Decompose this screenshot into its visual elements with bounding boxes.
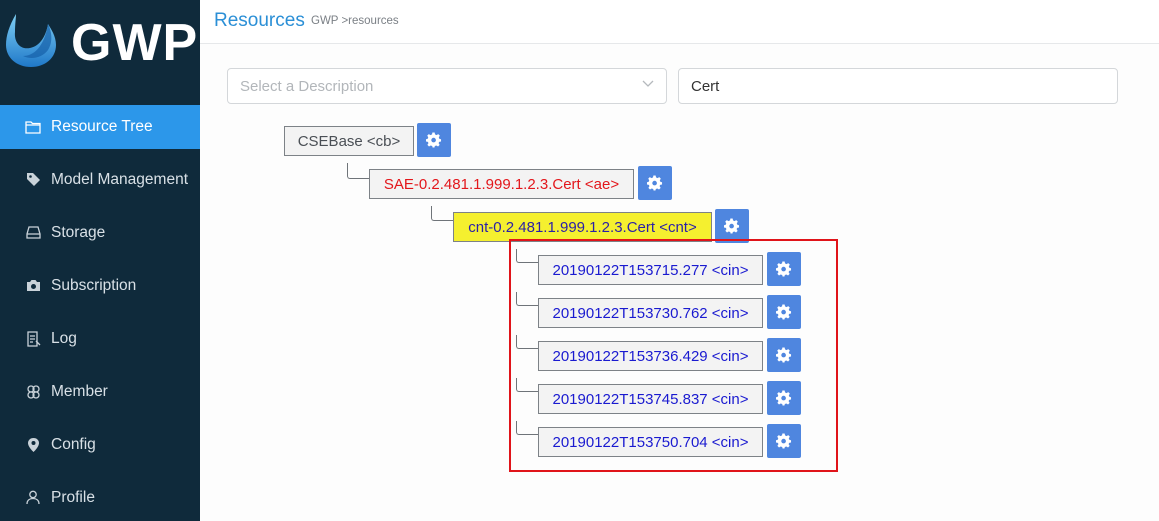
location-icon bbox=[24, 436, 42, 454]
member-icon bbox=[24, 383, 42, 401]
tag-icon bbox=[24, 171, 42, 189]
gear-button[interactable] bbox=[638, 166, 672, 200]
sidebar-item-model-management[interactable]: Model Management bbox=[0, 153, 200, 206]
sidebar-nav: Resource Tree Model Management Storage S… bbox=[0, 105, 200, 521]
user-icon bbox=[24, 489, 42, 507]
search-input[interactable] bbox=[678, 68, 1118, 104]
logo-drop-icon bbox=[6, 14, 56, 67]
sidebar-item-label: Member bbox=[51, 382, 108, 400]
logo-text: GWP bbox=[71, 14, 199, 72]
sidebar-item-label: Profile bbox=[51, 488, 95, 506]
sidebar-item-storage[interactable]: Storage bbox=[0, 206, 200, 259]
sidebar-item-member[interactable]: Member bbox=[0, 365, 200, 418]
description-select-placeholder: Select a Description bbox=[240, 78, 374, 95]
log-icon bbox=[24, 330, 42, 348]
sidebar-item-subscription[interactable]: Subscription bbox=[0, 259, 200, 312]
highlight-box bbox=[509, 239, 838, 472]
sidebar-item-profile[interactable]: Profile bbox=[0, 471, 200, 521]
tree-node-ae[interactable]: SAE-0.2.481.1.999.1.2.3.Cert <ae> bbox=[369, 169, 634, 199]
gear-button[interactable] bbox=[715, 209, 749, 243]
logo: GWP bbox=[0, 0, 200, 95]
sidebar-item-label: Config bbox=[51, 435, 96, 453]
sidebar-item-label: Resource Tree bbox=[51, 118, 153, 135]
folder-icon bbox=[24, 118, 42, 136]
sidebar-item-label: Storage bbox=[51, 223, 106, 241]
sidebar-item-label: Log bbox=[51, 329, 77, 347]
tree-node-cb[interactable]: CSEBase <cb> bbox=[284, 126, 414, 156]
chevron-down-icon bbox=[642, 80, 654, 87]
sidebar-item-log[interactable]: Log bbox=[0, 312, 200, 365]
gear-button[interactable] bbox=[417, 123, 451, 157]
camera-icon bbox=[24, 277, 42, 295]
gear-icon bbox=[426, 132, 442, 148]
sidebar-item-resource-tree[interactable]: Resource Tree bbox=[0, 105, 200, 149]
sidebar-item-label: Model Management bbox=[51, 170, 188, 188]
gear-icon bbox=[724, 218, 740, 234]
sidebar-item-label: Subscription bbox=[51, 276, 137, 294]
breadcrumb: GWP >resources bbox=[311, 15, 399, 27]
page-title: Resources bbox=[214, 10, 305, 31]
sidebar-item-config[interactable]: Config bbox=[0, 418, 200, 471]
tree-connector bbox=[431, 206, 453, 221]
storage-icon bbox=[24, 224, 42, 242]
page-header: Resources GWP >resources bbox=[200, 0, 1159, 44]
sidebar: GWP Resource Tree Model Management Stora… bbox=[0, 0, 200, 521]
gear-icon bbox=[647, 175, 663, 191]
description-select[interactable]: Select a Description bbox=[227, 68, 667, 104]
tree-connector bbox=[347, 163, 370, 179]
tree-node-cnt[interactable]: cnt-0.2.481.1.999.1.2.3.Cert <cnt> bbox=[453, 212, 712, 242]
